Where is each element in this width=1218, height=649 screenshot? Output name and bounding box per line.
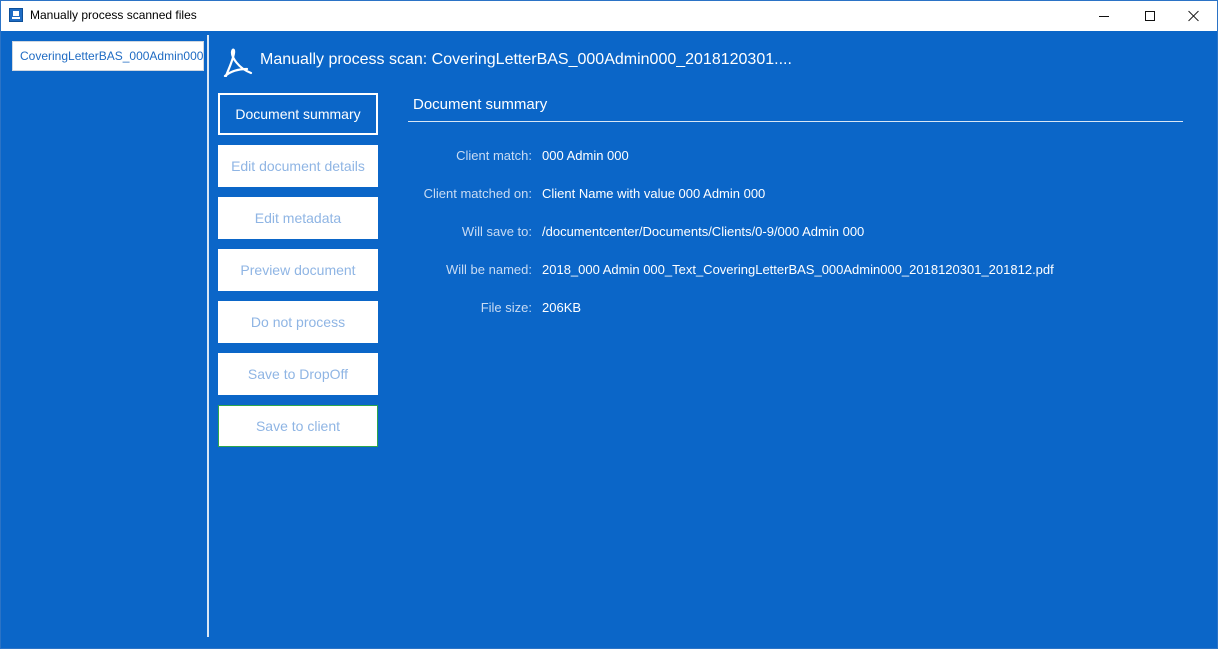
file-size-value: 206KB [542, 300, 582, 315]
minimize-icon [1099, 15, 1109, 17]
client-match-label: Client match: [456, 148, 532, 163]
title-bar[interactable]: Manually process scanned files [1, 1, 1217, 31]
file-list-item[interactable]: CoveringLetterBAS_000Admin000... [12, 41, 204, 71]
minimize-button[interactable] [1081, 1, 1127, 31]
save-to-client-button[interactable]: Save to client [218, 405, 378, 447]
save-path-value: /documentcenter/Documents/Clients/0-9/00… [542, 224, 865, 239]
main-panel: CoveringLetterBAS_000Admin000... Manuall… [1, 31, 1217, 648]
app-window: Manually process scanned files CoveringL… [0, 0, 1218, 649]
close-button[interactable] [1171, 1, 1217, 31]
section-title: Document summary [413, 96, 548, 113]
window-title: Manually process scanned files [30, 8, 197, 22]
close-icon [1188, 10, 1200, 22]
maximize-button[interactable] [1127, 1, 1173, 31]
client-match-value: 000 Admin 000 [542, 148, 629, 163]
section-divider [408, 121, 1183, 122]
scanner-app-icon [9, 8, 23, 22]
file-name-label: Will be named: [446, 262, 532, 277]
file-name-value: 2018_000 Admin 000_Text_CoveringLetterBA… [542, 262, 1054, 277]
client-matched-on-value: Client Name with value 000 Admin 000 [542, 186, 766, 201]
scan-header: Manually process scan: CoveringLetterBAS… [219, 47, 1199, 77]
save-path-label: Will save to: [461, 224, 532, 239]
client-matched-on-label: Client matched on: [423, 186, 532, 201]
pdf-icon [223, 48, 253, 77]
scan-title: Manually process scan: CoveringLetterBAS… [260, 51, 792, 68]
document-summary-button[interactable]: Document summary [218, 93, 378, 135]
save-to-dropoff-button[interactable]: Save to DropOff [218, 353, 378, 395]
file-list-sidebar: CoveringLetterBAS_000Admin000... [1, 31, 207, 648]
sidebar-divider [207, 35, 209, 637]
maximize-icon [1145, 11, 1155, 21]
file-size-label: File size: [480, 300, 532, 315]
